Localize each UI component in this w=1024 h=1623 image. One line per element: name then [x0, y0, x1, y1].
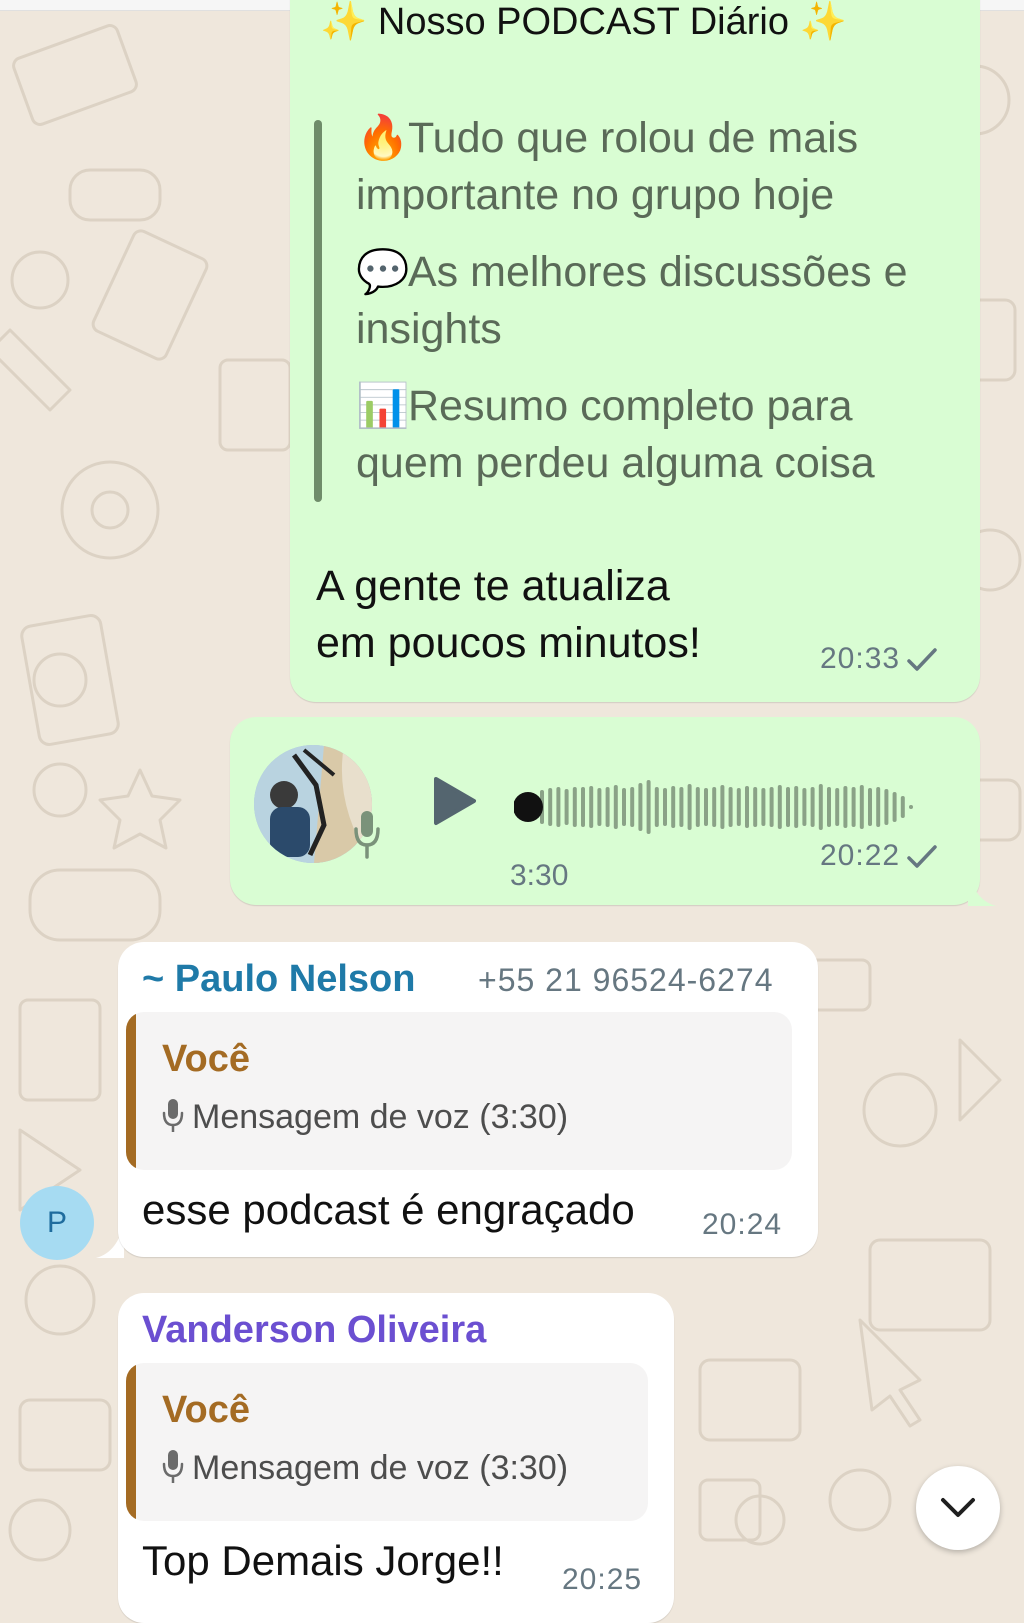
- reply-author: Você: [162, 1389, 251, 1431]
- waveform-bar: [695, 787, 700, 827]
- waveform-bar: [761, 788, 766, 826]
- waveform-bar: [630, 787, 635, 827]
- bar-chart-icon: 📊: [356, 382, 410, 430]
- message-timestamp: 20:25: [562, 1563, 643, 1596]
- waveform-bar: [622, 788, 626, 826]
- chevron-down-icon: [941, 1498, 975, 1517]
- waveform-bar: [638, 783, 643, 831]
- waveform-bar: [802, 788, 807, 826]
- microphone-icon: [162, 1450, 184, 1483]
- waveform-bar: [810, 787, 815, 827]
- quoted-reply[interactable]: Você Mensagem de voz (3:30): [126, 1363, 648, 1521]
- waveform-bar: [589, 786, 594, 828]
- waveform-bar: [671, 786, 676, 828]
- fire-icon: 🔥: [356, 114, 410, 162]
- waveform-bar: [786, 787, 790, 827]
- waveform-bar: [777, 785, 782, 829]
- quote-item-summary: 📊Resumo completo para quem perdeu alguma…: [356, 378, 956, 492]
- play-icon: [434, 777, 476, 825]
- single-check-icon: [907, 648, 937, 671]
- waveform-bar: [769, 787, 774, 827]
- sender-name[interactable]: ~ Paulo Nelson: [142, 958, 415, 1001]
- waveform-bar: [581, 787, 585, 827]
- waveform-bar: [794, 786, 799, 828]
- voice-waveform-slider[interactable]: [514, 767, 924, 847]
- message-timestamp: 20:33: [820, 642, 938, 676]
- avatar[interactable]: P: [20, 1186, 94, 1260]
- message-body: A gente te atualiza em poucos minutos!: [316, 562, 701, 667]
- microphone-icon: [162, 1099, 184, 1132]
- quoted-reply[interactable]: Você Mensagem de voz (3:30): [126, 1012, 792, 1170]
- waveform-bar: [827, 787, 831, 827]
- waveform-bar: [859, 785, 864, 829]
- voice-duration: 3:30: [510, 859, 569, 892]
- quote-item-highlights: 🔥Tudo que rolou de mais importante no gr…: [356, 110, 956, 224]
- sender-name[interactable]: Vanderson Oliveira: [142, 1309, 486, 1352]
- playhead-handle[interactable]: [514, 792, 543, 822]
- scroll-to-bottom-button[interactable]: [916, 1466, 1000, 1550]
- waveform-bar: [687, 784, 692, 830]
- speech-bubble-icon: 💬: [356, 248, 410, 296]
- incoming-message-paulo[interactable]: ~ Paulo Nelson +55 21 96524-6274 Você Me…: [118, 942, 818, 1257]
- waveform-bar: [597, 788, 602, 826]
- message-text: Top Demais Jorge!!: [142, 1537, 504, 1584]
- waveform-bar: [613, 785, 618, 829]
- waveform-bar: [679, 787, 684, 827]
- waveform-bar: [900, 796, 905, 818]
- reply-content: Mensagem de voz (3:30): [162, 1449, 568, 1488]
- waveform-bar: [818, 784, 823, 830]
- message-timestamp: 20:24: [702, 1208, 783, 1241]
- waveform-bar: [572, 787, 577, 827]
- waveform-bar: [728, 787, 733, 827]
- message-text: esse podcast é engraçado: [142, 1186, 635, 1233]
- waveform-bar: [851, 787, 856, 827]
- outgoing-message-podcast[interactable]: ✨ Nosso PODCAST Diário ✨ 🔥Tudo que rolou…: [290, 0, 980, 702]
- waveform-bar: [654, 787, 659, 827]
- waveform-bar: [909, 805, 913, 809]
- waveform-bar: [736, 788, 741, 826]
- waveform-bar: [704, 788, 708, 826]
- waveform-bar: [663, 788, 667, 826]
- waveform-bar: [646, 780, 651, 834]
- waveform-bar: [745, 786, 749, 828]
- outgoing-voice-message[interactable]: 3:30 20:22: [230, 717, 980, 905]
- quote-bar: [314, 120, 322, 502]
- play-button[interactable]: [432, 775, 478, 832]
- incoming-message-vanderson[interactable]: Vanderson Oliveira Você Mensagem de voz …: [118, 1293, 674, 1623]
- waveform-bar: [835, 788, 840, 826]
- waveform-bar: [548, 788, 553, 826]
- waveform-bar: [884, 789, 889, 825]
- quote-item-discussions: 💬As melhores discussões e insights: [356, 244, 956, 358]
- waveform-bar: [712, 787, 717, 827]
- waveform-bar: [753, 787, 758, 827]
- waveform-bar: [564, 789, 569, 825]
- sender-phone: +55 21 96524-6274: [478, 962, 774, 998]
- microphone-icon: [352, 809, 382, 866]
- waveform-bar: [843, 786, 848, 828]
- bubble-tail: [968, 870, 996, 906]
- waveform-bar: [605, 787, 610, 827]
- reply-content: Mensagem de voz (3:30): [162, 1098, 568, 1137]
- waveform-bar: [556, 787, 561, 827]
- reply-author: Você: [162, 1038, 251, 1080]
- message-timestamp: 20:22: [820, 839, 938, 873]
- podcast-title: ✨ Nosso PODCAST Diário ✨: [320, 1, 847, 43]
- waveform-bar: [876, 787, 881, 827]
- waveform-bar: [720, 785, 725, 829]
- waveform-bar: [868, 788, 872, 826]
- single-check-icon: [907, 845, 937, 868]
- waveform-bar: [892, 792, 897, 822]
